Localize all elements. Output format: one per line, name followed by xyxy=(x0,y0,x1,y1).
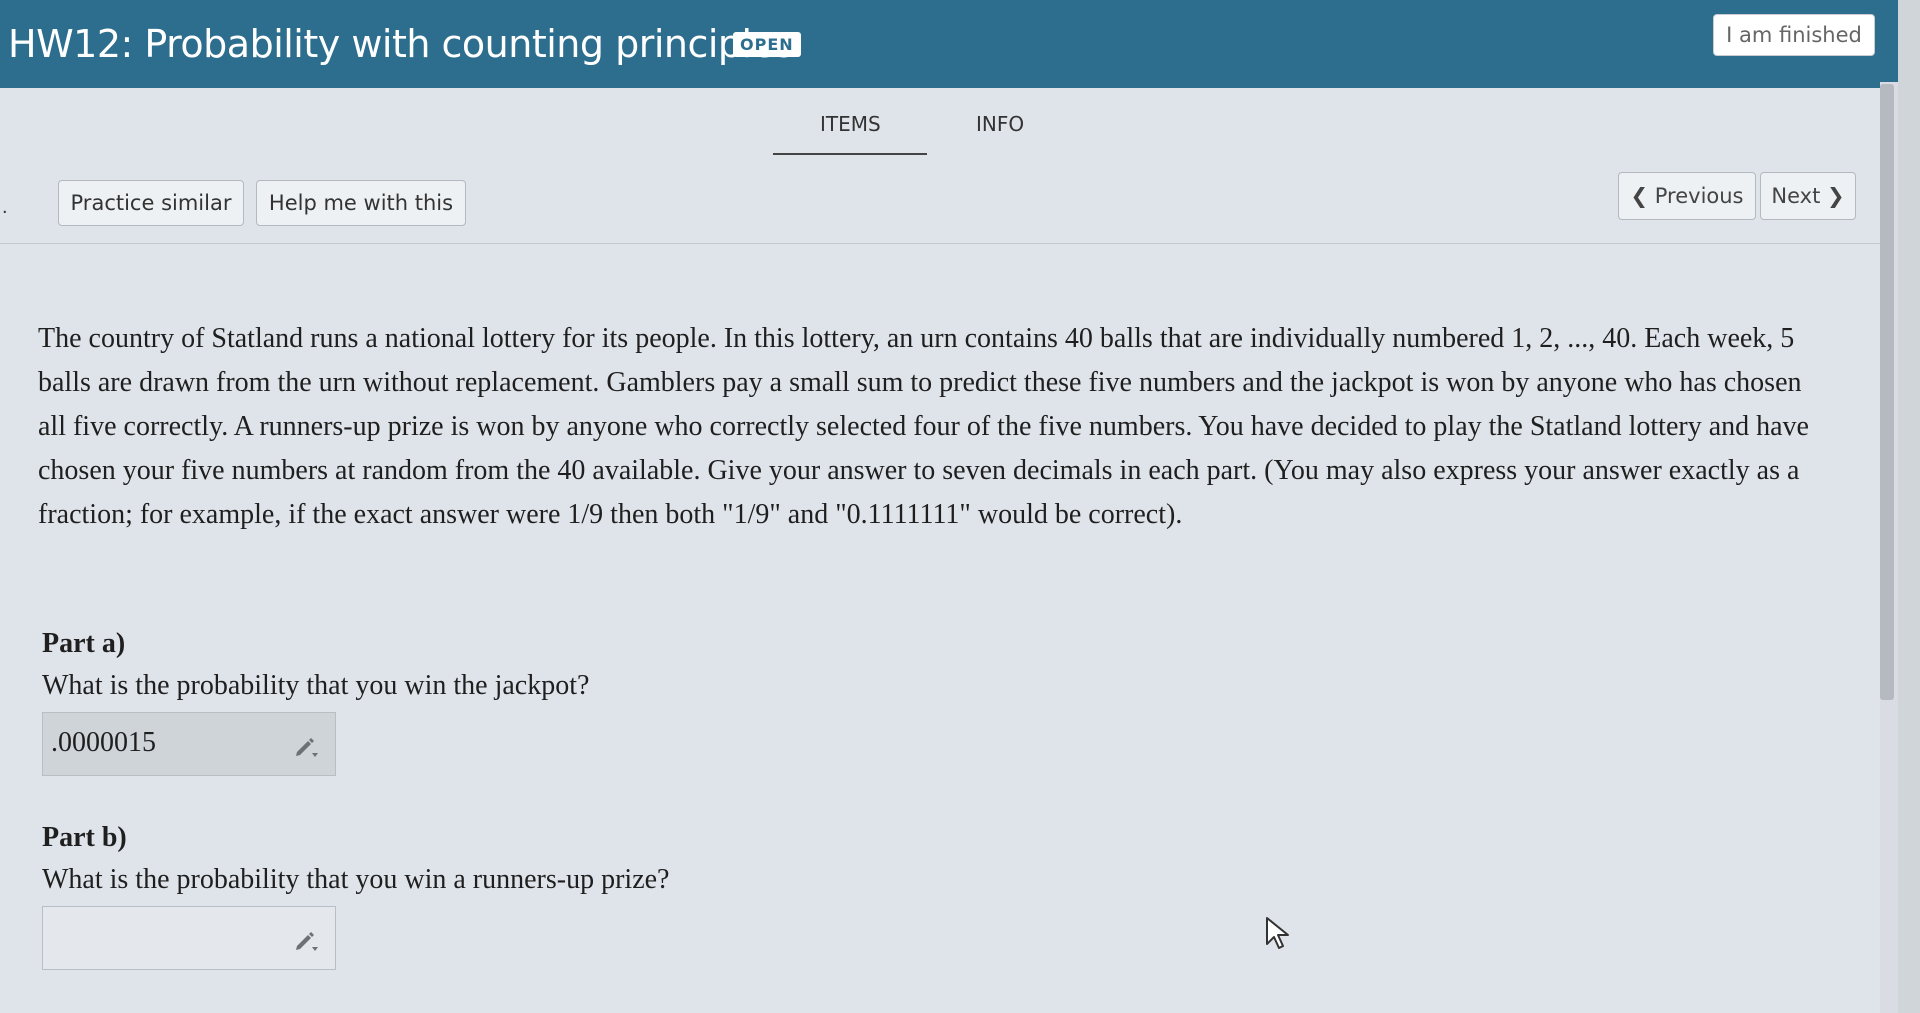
part-a-answer-value: .0000015 xyxy=(51,727,156,758)
help-me-button[interactable]: Help me with this xyxy=(256,180,466,226)
part-b-question: What is the probability that you win a r… xyxy=(42,864,670,895)
finish-button[interactable]: I am finished xyxy=(1713,14,1875,56)
problem-statement: The country of Statland runs a national … xyxy=(38,323,1809,530)
active-tab-indicator xyxy=(773,153,927,155)
part-a-answer-field[interactable]: .0000015 xyxy=(42,712,336,776)
part-a-label: Part a) xyxy=(42,628,126,659)
part-a-question: What is the probability that you win the… xyxy=(42,670,590,701)
toolbar-divider xyxy=(0,243,1880,244)
scrollbar-thumb[interactable] xyxy=(1880,84,1894,700)
tab-items[interactable]: ITEMS xyxy=(820,112,881,136)
assignment-title: HW12: Probability with counting principl… xyxy=(8,22,794,66)
assignment-header: HW12: Probability with counting principl… xyxy=(0,0,1898,88)
item-marker: . xyxy=(2,196,8,218)
tab-info[interactable]: INFO xyxy=(976,112,1024,136)
part-b-answer-field[interactable] xyxy=(42,906,336,970)
status-badge: OPEN xyxy=(733,32,801,57)
previous-button[interactable]: ❮ Previous xyxy=(1618,172,1756,220)
window-edge xyxy=(1898,0,1920,1013)
practice-similar-button[interactable]: Practice similar xyxy=(58,180,244,226)
mouse-cursor-icon xyxy=(1266,917,1289,949)
part-b-label: Part b) xyxy=(42,822,127,853)
pencil-icon[interactable] xyxy=(291,925,321,955)
next-button[interactable]: Next ❯ xyxy=(1760,172,1856,220)
pencil-icon[interactable] xyxy=(291,731,321,761)
